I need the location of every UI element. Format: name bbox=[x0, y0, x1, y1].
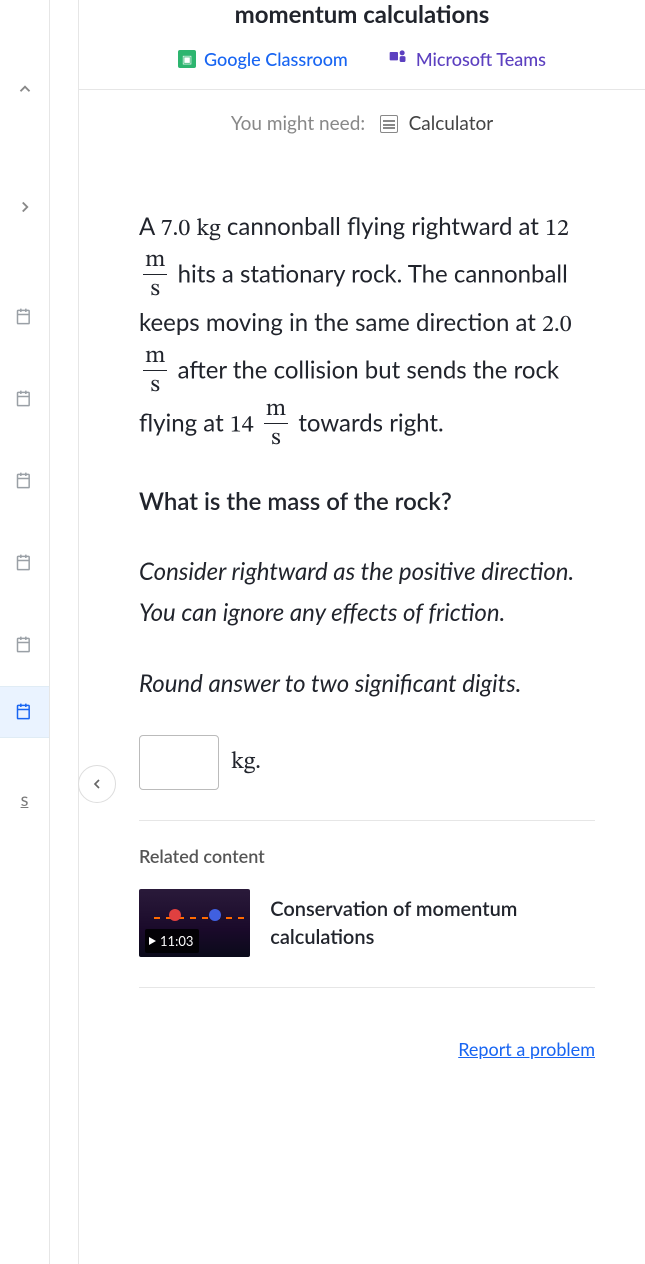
answer-unit: kg. bbox=[231, 742, 261, 783]
microsoft-teams-label: Microsoft Teams bbox=[416, 48, 546, 70]
divider-2 bbox=[139, 987, 595, 988]
sidebar-item-2[interactable] bbox=[14, 388, 36, 410]
header: momentum calculations ▣ Google Classroom… bbox=[79, 0, 645, 89]
need-tool[interactable]: Calculator bbox=[409, 112, 494, 135]
problem-statement: A 7.0 kg cannonball flying rightward at … bbox=[139, 207, 595, 452]
hint-text: Consider rightward as the positive direc… bbox=[139, 552, 595, 634]
related-item-title: Conservation of momentum calculations bbox=[270, 895, 595, 951]
google-classroom-label: Google Classroom bbox=[204, 48, 348, 70]
related-content-item[interactable]: 11:03 Conservation of momentum calculati… bbox=[139, 889, 595, 957]
chevron-up-icon[interactable] bbox=[16, 80, 34, 98]
fraction-m-s-3: ms bbox=[264, 397, 288, 450]
share-row: ▣ Google Classroom Microsoft Teams bbox=[99, 47, 625, 71]
need-prefix: You might need: bbox=[231, 112, 365, 135]
rounding-instruction: Round answer to two significant digits. bbox=[139, 664, 595, 705]
page-title: momentum calculations bbox=[99, 0, 625, 29]
main-content: momentum calculations ▣ Google Classroom… bbox=[78, 0, 645, 1264]
calculator-icon bbox=[380, 115, 398, 133]
sidebar-bottom-label[interactable]: s bbox=[21, 788, 29, 810]
answer-row: kg. bbox=[139, 735, 595, 790]
play-icon bbox=[149, 937, 156, 945]
problem-content: A 7.0 kg cannonball flying rightward at … bbox=[79, 157, 645, 1089]
question-text: What is the mass of the rock? bbox=[139, 482, 595, 523]
sidebar-item-3[interactable] bbox=[14, 470, 36, 492]
chevron-right-icon[interactable] bbox=[16, 198, 34, 216]
sidebar-item-5[interactable] bbox=[14, 634, 36, 656]
sidebar-item-4[interactable] bbox=[14, 552, 36, 574]
answer-input[interactable] bbox=[139, 735, 219, 790]
collapse-sidebar-button[interactable] bbox=[78, 765, 116, 803]
sidebar-item-selected[interactable] bbox=[0, 686, 49, 738]
microsoft-teams-icon bbox=[388, 47, 408, 71]
related-heading: Related content bbox=[139, 841, 595, 872]
fraction-m-s-2: ms bbox=[143, 344, 167, 397]
you-might-need-row: You might need: Calculator bbox=[79, 89, 645, 157]
share-google-classroom[interactable]: ▣ Google Classroom bbox=[178, 47, 348, 71]
fraction-m-s-1: ms bbox=[143, 248, 167, 301]
divider bbox=[139, 820, 595, 821]
sidebar-item-1[interactable] bbox=[14, 306, 36, 328]
video-duration-badge: 11:03 bbox=[145, 929, 199, 953]
video-thumbnail: 11:03 bbox=[139, 889, 250, 957]
report-problem-link[interactable]: Report a problem bbox=[458, 1038, 595, 1060]
left-rail: s bbox=[0, 0, 50, 1264]
google-classroom-icon: ▣ bbox=[178, 50, 196, 68]
share-microsoft-teams[interactable]: Microsoft Teams bbox=[388, 47, 546, 71]
